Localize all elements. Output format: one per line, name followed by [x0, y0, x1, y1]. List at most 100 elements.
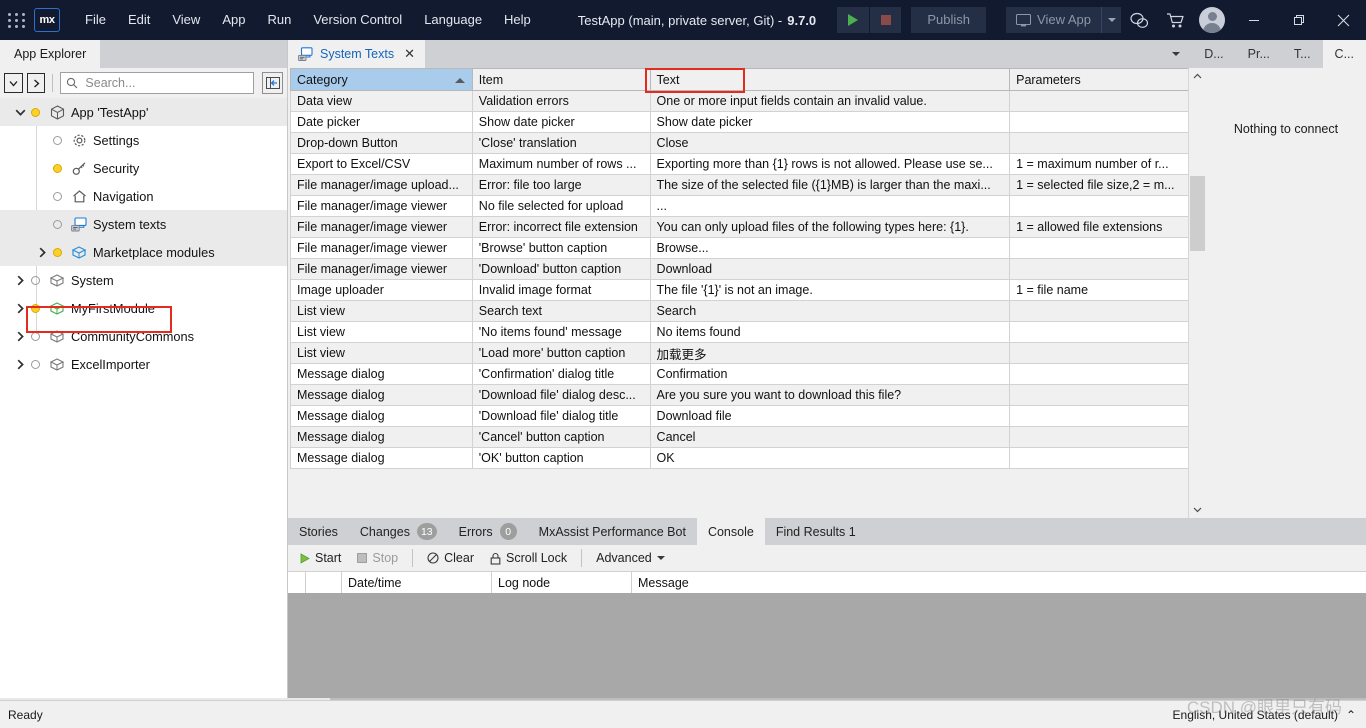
table-cell[interactable]: 1 = selected file size,2 = m...: [1009, 174, 1198, 196]
publish-button[interactable]: Publish: [911, 7, 987, 33]
menu-view[interactable]: View: [161, 0, 211, 40]
status-expander-icon[interactable]: ⌃: [1346, 708, 1356, 722]
table-cell[interactable]: Message dialog: [290, 405, 473, 427]
table-cell[interactable]: Error: incorrect file extension: [471, 216, 651, 238]
menu-edit[interactable]: Edit: [117, 0, 161, 40]
table-row[interactable]: Data view Validation errors One or more in…: [290, 90, 1198, 112]
table-cell[interactable]: 加载更多: [649, 342, 1011, 364]
grid-vertical-scrollbar[interactable]: [1188, 68, 1205, 518]
table-cell[interactable]: You can only upload files of the followi…: [649, 216, 1011, 238]
tree-item-communitycommons[interactable]: CommunityCommons: [0, 322, 287, 350]
tree-twisty-icon[interactable]: [34, 247, 50, 258]
menu-language[interactable]: Language: [413, 0, 493, 40]
table-cell[interactable]: Close: [649, 132, 1011, 154]
right-tab-properties[interactable]: Pr...: [1236, 40, 1282, 68]
tree-twisty-icon[interactable]: [12, 331, 28, 342]
table-cell[interactable]: [1009, 237, 1198, 259]
table-cell[interactable]: Message dialog: [290, 447, 473, 469]
table-cell[interactable]: Image uploader: [290, 279, 473, 301]
console-col-lognode[interactable]: Log node: [492, 572, 632, 593]
user-avatar[interactable]: [1199, 7, 1225, 33]
table-row[interactable]: Message dialog 'Confirmation' dialog titl…: [290, 363, 1198, 385]
console-tab-changes[interactable]: Changes 13: [349, 518, 448, 545]
tree-twisty-icon[interactable]: [12, 303, 28, 314]
table-row[interactable]: List view 'No items found' message No item…: [290, 321, 1198, 343]
table-cell[interactable]: Date picker: [290, 111, 473, 133]
system-texts-grid[interactable]: Category Item Text Parameters Data view V…: [290, 68, 1198, 518]
table-cell[interactable]: 'Download file' dialog desc...: [471, 384, 651, 406]
table-cell[interactable]: File manager/image viewer: [290, 237, 473, 259]
view-app-dropdown[interactable]: [1101, 7, 1121, 33]
table-cell[interactable]: [1009, 405, 1198, 427]
console-tab-find-results-1[interactable]: Find Results 1: [765, 518, 867, 545]
console-start-button[interactable]: Start: [294, 547, 347, 569]
menu-file[interactable]: File: [74, 0, 117, 40]
table-row[interactable]: Message dialog 'OK' button caption OK: [290, 447, 1198, 469]
table-cell[interactable]: [1009, 300, 1198, 322]
table-cell[interactable]: Show date picker: [649, 111, 1011, 133]
table-cell[interactable]: Validation errors: [471, 90, 651, 112]
column-header-text[interactable]: Text: [649, 68, 1011, 91]
menu-run[interactable]: Run: [256, 0, 302, 40]
table-cell[interactable]: 'Load more' button caption: [471, 342, 651, 364]
column-header-parameters[interactable]: Parameters: [1009, 68, 1198, 91]
table-row[interactable]: Message dialog 'Download file' dialog tit…: [290, 405, 1198, 427]
table-cell[interactable]: Exporting more than {1} rows is not allo…: [649, 153, 1011, 175]
table-cell[interactable]: Maximum number of rows ...: [471, 153, 651, 175]
table-cell[interactable]: ...: [649, 195, 1011, 217]
table-cell[interactable]: Search text: [471, 300, 651, 322]
tree-item-security[interactable]: Security: [0, 154, 287, 182]
tab-close-icon[interactable]: ✕: [404, 46, 415, 62]
console-tab-errors[interactable]: Errors 0: [448, 518, 528, 545]
tree-item-excelimporter[interactable]: ExcelImporter: [0, 350, 287, 378]
console-col-message[interactable]: Message: [632, 572, 1366, 593]
table-cell[interactable]: 'Browse' button caption: [471, 237, 651, 259]
search-box[interactable]: [60, 72, 255, 94]
table-cell[interactable]: One or more input fields contain an inva…: [649, 90, 1011, 112]
table-cell[interactable]: File manager/image viewer: [290, 258, 473, 280]
table-cell[interactable]: [1009, 195, 1198, 217]
table-row[interactable]: Message dialog 'Download file' dialog des…: [290, 384, 1198, 406]
table-cell[interactable]: [1009, 426, 1198, 448]
table-cell[interactable]: [1009, 90, 1198, 112]
table-cell[interactable]: List view: [290, 342, 473, 364]
restore-button[interactable]: [1276, 0, 1321, 40]
column-header-item[interactable]: Item: [471, 68, 651, 91]
dock-panel-button[interactable]: [262, 72, 283, 94]
table-row[interactable]: Message dialog 'Cancel' button caption Can…: [290, 426, 1198, 448]
table-cell[interactable]: Search: [649, 300, 1011, 322]
minimize-button[interactable]: [1231, 0, 1276, 40]
table-cell[interactable]: No file selected for upload: [471, 195, 651, 217]
table-cell[interactable]: [1009, 258, 1198, 280]
table-cell[interactable]: Browse...: [649, 237, 1011, 259]
tree-item-system-texts[interactable]: System texts: [0, 210, 287, 238]
stop-button[interactable]: [869, 7, 902, 33]
tree-item-navigation[interactable]: Navigation: [0, 182, 287, 210]
app-explorer-tree[interactable]: App 'TestApp' Settings Security Navigation S…: [0, 98, 287, 700]
menu-help[interactable]: Help: [493, 0, 542, 40]
tree-item-myfirstmodule[interactable]: MyFirstModule: [0, 294, 287, 322]
view-app-button[interactable]: View App: [1006, 7, 1101, 33]
table-cell[interactable]: Cancel: [649, 426, 1011, 448]
table-cell[interactable]: No items found: [649, 321, 1011, 343]
table-cell[interactable]: [1009, 321, 1198, 343]
tree-twisty-icon[interactable]: [12, 108, 28, 117]
table-row[interactable]: File manager/image viewer No file selecte…: [290, 195, 1198, 217]
close-button[interactable]: [1321, 0, 1366, 40]
table-cell[interactable]: 1 = allowed file extensions: [1009, 216, 1198, 238]
table-cell[interactable]: OK: [649, 447, 1011, 469]
table-cell[interactable]: Message dialog: [290, 363, 473, 385]
console-advanced-button[interactable]: Advanced: [590, 547, 671, 569]
table-row[interactable]: Export to Excel/CSV Maximum number of row…: [290, 153, 1198, 175]
tree-item-system[interactable]: System: [0, 266, 287, 294]
status-language[interactable]: English, United States (default): [1173, 708, 1338, 722]
table-cell[interactable]: Data view: [290, 90, 473, 112]
table-cell[interactable]: File manager/image viewer: [290, 216, 473, 238]
table-row[interactable]: List view 'Load more' button caption 加载更多: [290, 342, 1198, 364]
tab-overflow-button[interactable]: [1160, 40, 1192, 68]
table-cell[interactable]: File manager/image viewer: [290, 195, 473, 217]
table-cell[interactable]: Download: [649, 258, 1011, 280]
right-tab-toolbox[interactable]: T...: [1282, 40, 1323, 68]
menu-app[interactable]: App: [211, 0, 256, 40]
console-tab-console[interactable]: Console: [696, 518, 765, 545]
